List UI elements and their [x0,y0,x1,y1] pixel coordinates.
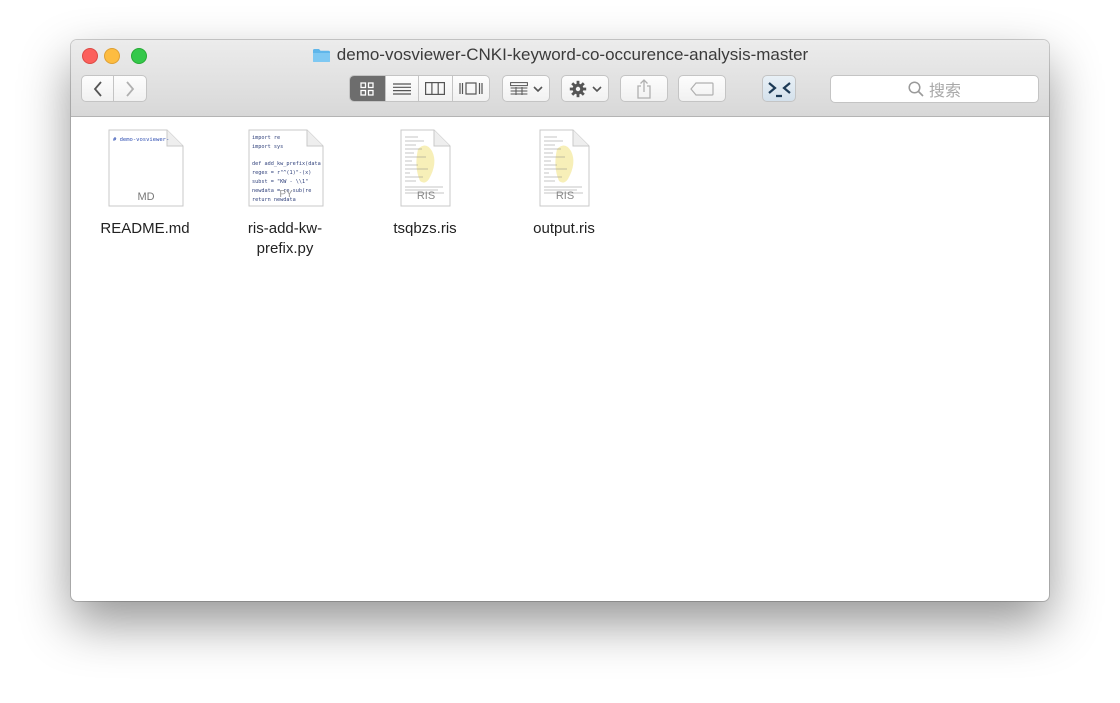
view-mode-control [349,75,490,102]
code-line: def add_kw_prefix(data [252,161,321,167]
list-view-button[interactable] [386,76,420,101]
window-title-text: demo-vosviewer-CNKI-keyword-co-occurence… [336,45,809,64]
file-name-line-1: ris-add-kw- [247,220,323,237]
window-title: demo-vosviewer-CNKI-keyword-co-occurence… [71,44,1049,66]
action-button[interactable] [561,75,609,102]
file-area: # demo-vosviewer- MD README.md import re… [71,117,1049,601]
list-icon [392,82,411,95]
tag-icon [690,81,714,96]
search-icon [908,81,924,97]
code-line: import re [252,135,280,141]
file-item-readme[interactable]: # demo-vosviewer- MD README.md [85,129,205,239]
tag-button[interactable] [678,75,726,102]
ris-file-icon: RIS [400,129,451,207]
file-preview-text: # demo-vosviewer- [113,137,169,143]
file-name-line-2: prefix.py [256,240,314,257]
code-line: subst = "KW - \\1" [252,179,308,185]
cover-flow-view-button[interactable] [453,76,489,101]
chevron-down-icon [532,85,543,92]
file-type-badge: MD [137,191,154,203]
icon-view-button[interactable] [350,76,386,101]
markdown-file-icon: # demo-vosviewer- MD [108,129,184,207]
file-thumbnail: RIS [524,129,604,207]
file-thumbnail: import re import sys def add_kw_prefix(d… [245,129,325,207]
ris-file-icon: RIS [539,129,590,207]
share-button[interactable] [620,75,668,102]
folder-icon [312,48,330,62]
file-name: tsqbzs.ris [393,220,457,237]
python-file-icon: import re import sys def add_kw_prefix(d… [248,129,324,207]
chevron-down-icon [591,85,602,92]
chevron-left-icon [93,80,102,97]
file-type-badge: PY [279,189,293,200]
gear-icon [569,80,586,97]
file-name: output.ris [533,220,595,237]
file-item-output[interactable]: RIS output.ris [504,129,624,239]
arrange-button[interactable] [502,75,550,102]
file-type-badge: RIS [417,190,435,202]
grid-icon [360,81,374,96]
file-name: ris-add-kw- prefix.py [225,219,345,259]
search-placeholder: 搜索 [928,83,961,100]
forward-button[interactable] [114,76,146,101]
navigation-buttons [81,75,147,102]
finder-window: demo-vosviewer-CNKI-keyword-co-occurence… [71,40,1049,601]
search-input[interactable]: 搜索 [830,75,1039,103]
titlebar: demo-vosviewer-CNKI-keyword-co-occurence… [71,40,1049,117]
file-item-tsqbzs[interactable]: RIS tsqbzs.ris [365,129,485,239]
columns-icon [425,82,446,95]
file-thumbnail: RIS [385,129,465,207]
back-button[interactable] [82,76,115,101]
share-icon [637,78,651,99]
code-line: regex = r"^(1)"-(x) [252,170,311,176]
terminal-icon [768,81,791,97]
file-name: README.md [100,220,190,237]
file-type-badge: RIS [556,190,574,202]
file-thumbnail: # demo-vosviewer- MD [105,129,185,207]
column-view-button[interactable] [419,76,453,101]
code-line: import sys [252,144,283,150]
file-item-python-script[interactable]: import re import sys def add_kw_prefix(d… [225,129,345,259]
arrange-grid-icon [509,81,528,95]
cover-flow-icon [459,82,483,95]
open-terminal-button[interactable] [762,75,796,102]
chevron-right-icon [126,80,135,97]
